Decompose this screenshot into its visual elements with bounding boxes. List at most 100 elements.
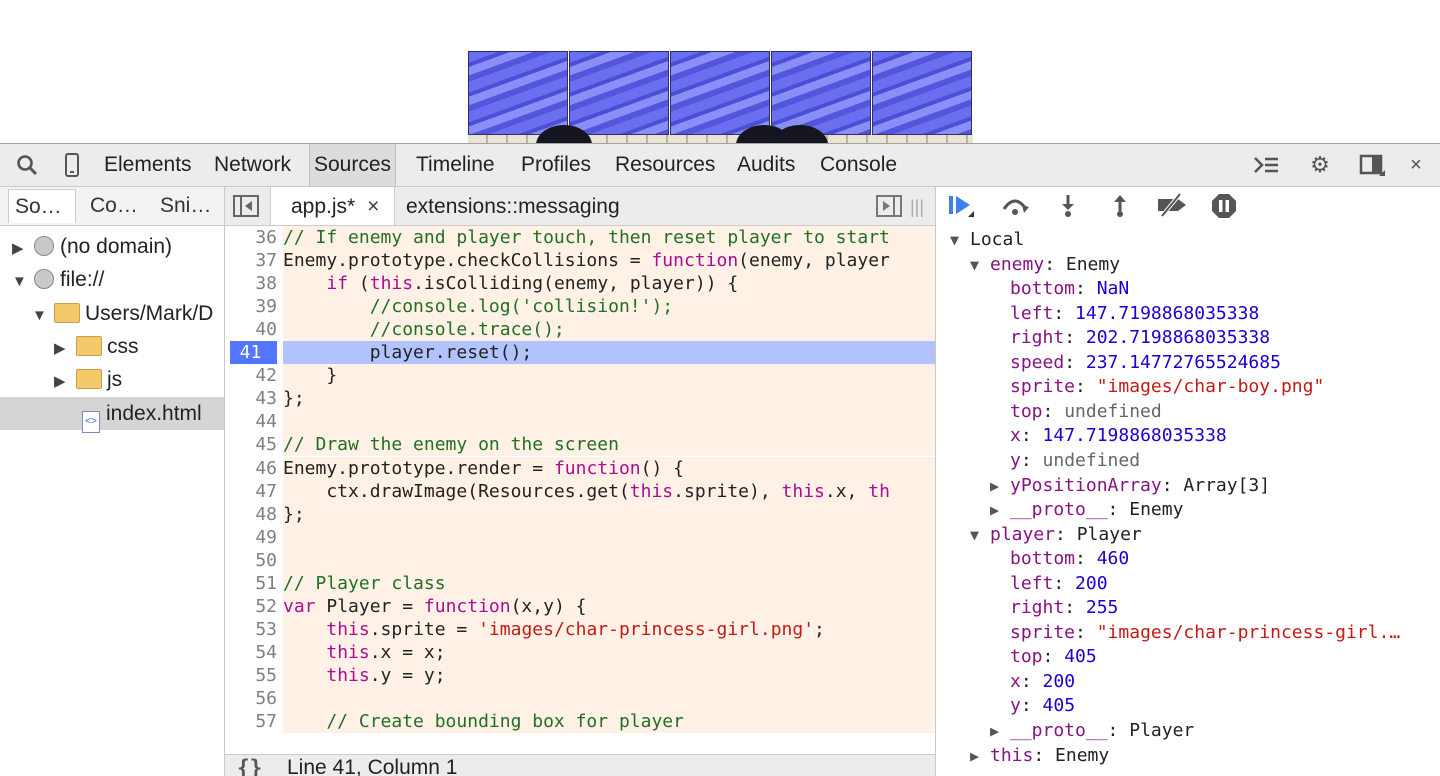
code-line[interactable]: // Player class (283, 571, 935, 595)
code-line[interactable]: var Player = function(x,y) { (283, 594, 935, 618)
line-number[interactable]: 40 (225, 318, 277, 341)
settings-gear-icon[interactable]: ⚙ (1305, 152, 1335, 178)
code-line[interactable] (283, 525, 935, 549)
expanded-arrow-icon[interactable]: ▼ (950, 228, 970, 252)
tree-item[interactable]: ▼ file:// (0, 263, 224, 296)
scope-property[interactable]: ▶ __proto__: Player (936, 719, 1440, 743)
navigator-tab-0[interactable]: So… (8, 189, 76, 223)
expanded-arrow-icon[interactable]: ▼ (970, 523, 990, 547)
line-number[interactable]: 36 (225, 226, 277, 249)
current-execution-line[interactable]: player.reset(); (283, 341, 935, 365)
code-line[interactable]: } (283, 364, 935, 388)
pause-on-exceptions-icon[interactable] (1210, 193, 1238, 219)
tab-app-js[interactable]: app.js* × (270, 187, 395, 225)
tab-extensions-messaging[interactable]: extensions::messaging (406, 187, 620, 225)
line-number[interactable]: 52 (225, 595, 277, 618)
navigator-tab-1[interactable]: Co… (84, 189, 146, 223)
line-number[interactable]: 49 (225, 526, 277, 549)
step-into-icon[interactable] (1054, 193, 1082, 219)
code-view[interactable]: 36 // If enemy and player touch, then res… (225, 226, 935, 776)
toggle-navigator-icon[interactable] (233, 195, 259, 222)
line-number[interactable]: 44 (225, 410, 277, 433)
code-line[interactable]: this.x = x; (283, 640, 935, 664)
scope-section-local[interactable]: ▼ Local (936, 228, 1440, 252)
line-number[interactable]: 51 (225, 572, 277, 595)
scope-property[interactable]: ▶ yPositionArray: Array[3] (936, 474, 1440, 498)
line-number[interactable]: 56 (225, 687, 277, 710)
scope-property[interactable]: ▼ player: Player (936, 523, 1440, 547)
resize-handle-icon[interactable]: ||| (910, 197, 924, 218)
code-line[interactable]: Enemy.prototype.render = function() { (283, 456, 935, 480)
tab-elements[interactable]: Elements (100, 144, 196, 186)
console-drawer-icon[interactable] (1252, 152, 1280, 178)
dock-side-icon[interactable] (1358, 152, 1386, 178)
line-number[interactable]: 53 (225, 618, 277, 641)
expanded-arrow-icon[interactable]: ▼ (32, 299, 47, 332)
step-over-icon[interactable] (1000, 193, 1029, 219)
tree-item[interactable]: ▶ css (0, 330, 224, 363)
code-line[interactable]: Enemy.prototype.checkCollisions = functi… (283, 249, 935, 273)
tab-resources[interactable]: Resources (611, 144, 719, 186)
scope-property[interactable]: ▶ __proto__: Enemy (936, 498, 1440, 522)
tab-audits[interactable]: Audits (733, 144, 799, 186)
tree-item[interactable]: ▶ js (0, 363, 224, 396)
line-number[interactable]: 38 (225, 272, 277, 295)
pretty-print-button[interactable]: {} (237, 755, 262, 776)
code-line[interactable]: //console.trace(); (283, 318, 935, 342)
code-line[interactable]: ctx.drawImage(Resources.get(this.sprite)… (283, 479, 935, 503)
line-number[interactable]: 57 (225, 710, 277, 733)
code-line[interactable] (283, 687, 935, 710)
code-line[interactable]: // Draw the enemy on the screen (283, 433, 935, 457)
collapsed-arrow-icon[interactable]: ▶ (990, 498, 1010, 522)
scope-property[interactable]: ▶ this: Enemy (936, 744, 1440, 768)
line-number[interactable]: 50 (225, 549, 277, 572)
line-number[interactable]: 37 (225, 249, 277, 272)
code-line[interactable] (283, 548, 935, 572)
code-line[interactable]: //console.log('collision!'); (283, 295, 935, 319)
tab-timeline[interactable]: Timeline (412, 144, 499, 186)
toggle-debugger-icon[interactable] (876, 195, 902, 222)
resume-icon[interactable] (946, 193, 974, 219)
collapsed-arrow-icon[interactable]: ▶ (54, 365, 68, 398)
tab-sources[interactable]: Sources (309, 144, 397, 186)
line-number[interactable]: 54 (225, 641, 277, 664)
tree-item[interactable]: ▼ Users/Mark/D (0, 297, 224, 330)
line-number[interactable]: 45 (225, 433, 277, 456)
navigator-tab-2[interactable]: Sni… (154, 189, 218, 223)
close-tab-icon[interactable]: × (367, 195, 379, 218)
collapsed-arrow-icon[interactable]: ▶ (54, 332, 68, 365)
line-number[interactable]: 42 (225, 364, 277, 387)
tree-item[interactable]: ▶ (no domain) (0, 230, 224, 263)
execution-line-number[interactable]: 41 (230, 341, 277, 365)
collapsed-arrow-icon[interactable]: ▶ (990, 719, 1010, 743)
line-number[interactable]: 47 (225, 480, 277, 503)
code-line[interactable]: }; (283, 387, 935, 411)
close-devtools-button[interactable]: × (1406, 152, 1426, 178)
expanded-arrow-icon[interactable]: ▼ (12, 265, 27, 298)
code-line[interactable]: // If enemy and player touch, then reset… (283, 226, 935, 249)
step-out-icon[interactable] (1106, 193, 1134, 219)
tab-profiles[interactable]: Profiles (517, 144, 595, 186)
code-line[interactable] (283, 410, 935, 434)
tab-console[interactable]: Console (816, 144, 901, 186)
tab-network[interactable]: Network (210, 144, 295, 186)
collapsed-arrow-icon[interactable]: ▶ (990, 474, 1010, 498)
collapsed-arrow-icon[interactable]: ▶ (970, 744, 990, 768)
deactivate-breakpoints-icon[interactable] (1156, 192, 1186, 219)
expanded-arrow-icon[interactable]: ▼ (970, 253, 990, 277)
line-number[interactable]: 43 (225, 387, 277, 410)
search-icon[interactable] (14, 152, 40, 178)
code-line[interactable]: if (this.isColliding(enemy, player)) { (283, 272, 935, 296)
code-line[interactable]: // Create bounding box for player (283, 710, 935, 734)
collapsed-arrow-icon[interactable]: ▶ (12, 232, 26, 265)
device-mode-icon[interactable] (62, 152, 82, 178)
line-number[interactable]: 39 (225, 295, 277, 318)
line-number[interactable]: 46 (225, 457, 277, 480)
code-line[interactable]: this.y = y; (283, 663, 935, 687)
code-line[interactable]: this.sprite = 'images/char-princess-girl… (283, 617, 935, 641)
line-number[interactable]: 55 (225, 664, 277, 687)
tree-item[interactable]: <> index.html (0, 396, 224, 433)
code-line[interactable]: }; (283, 502, 935, 526)
scope-property[interactable]: ▼ enemy: Enemy (936, 253, 1440, 277)
line-number[interactable]: 48 (225, 503, 277, 526)
